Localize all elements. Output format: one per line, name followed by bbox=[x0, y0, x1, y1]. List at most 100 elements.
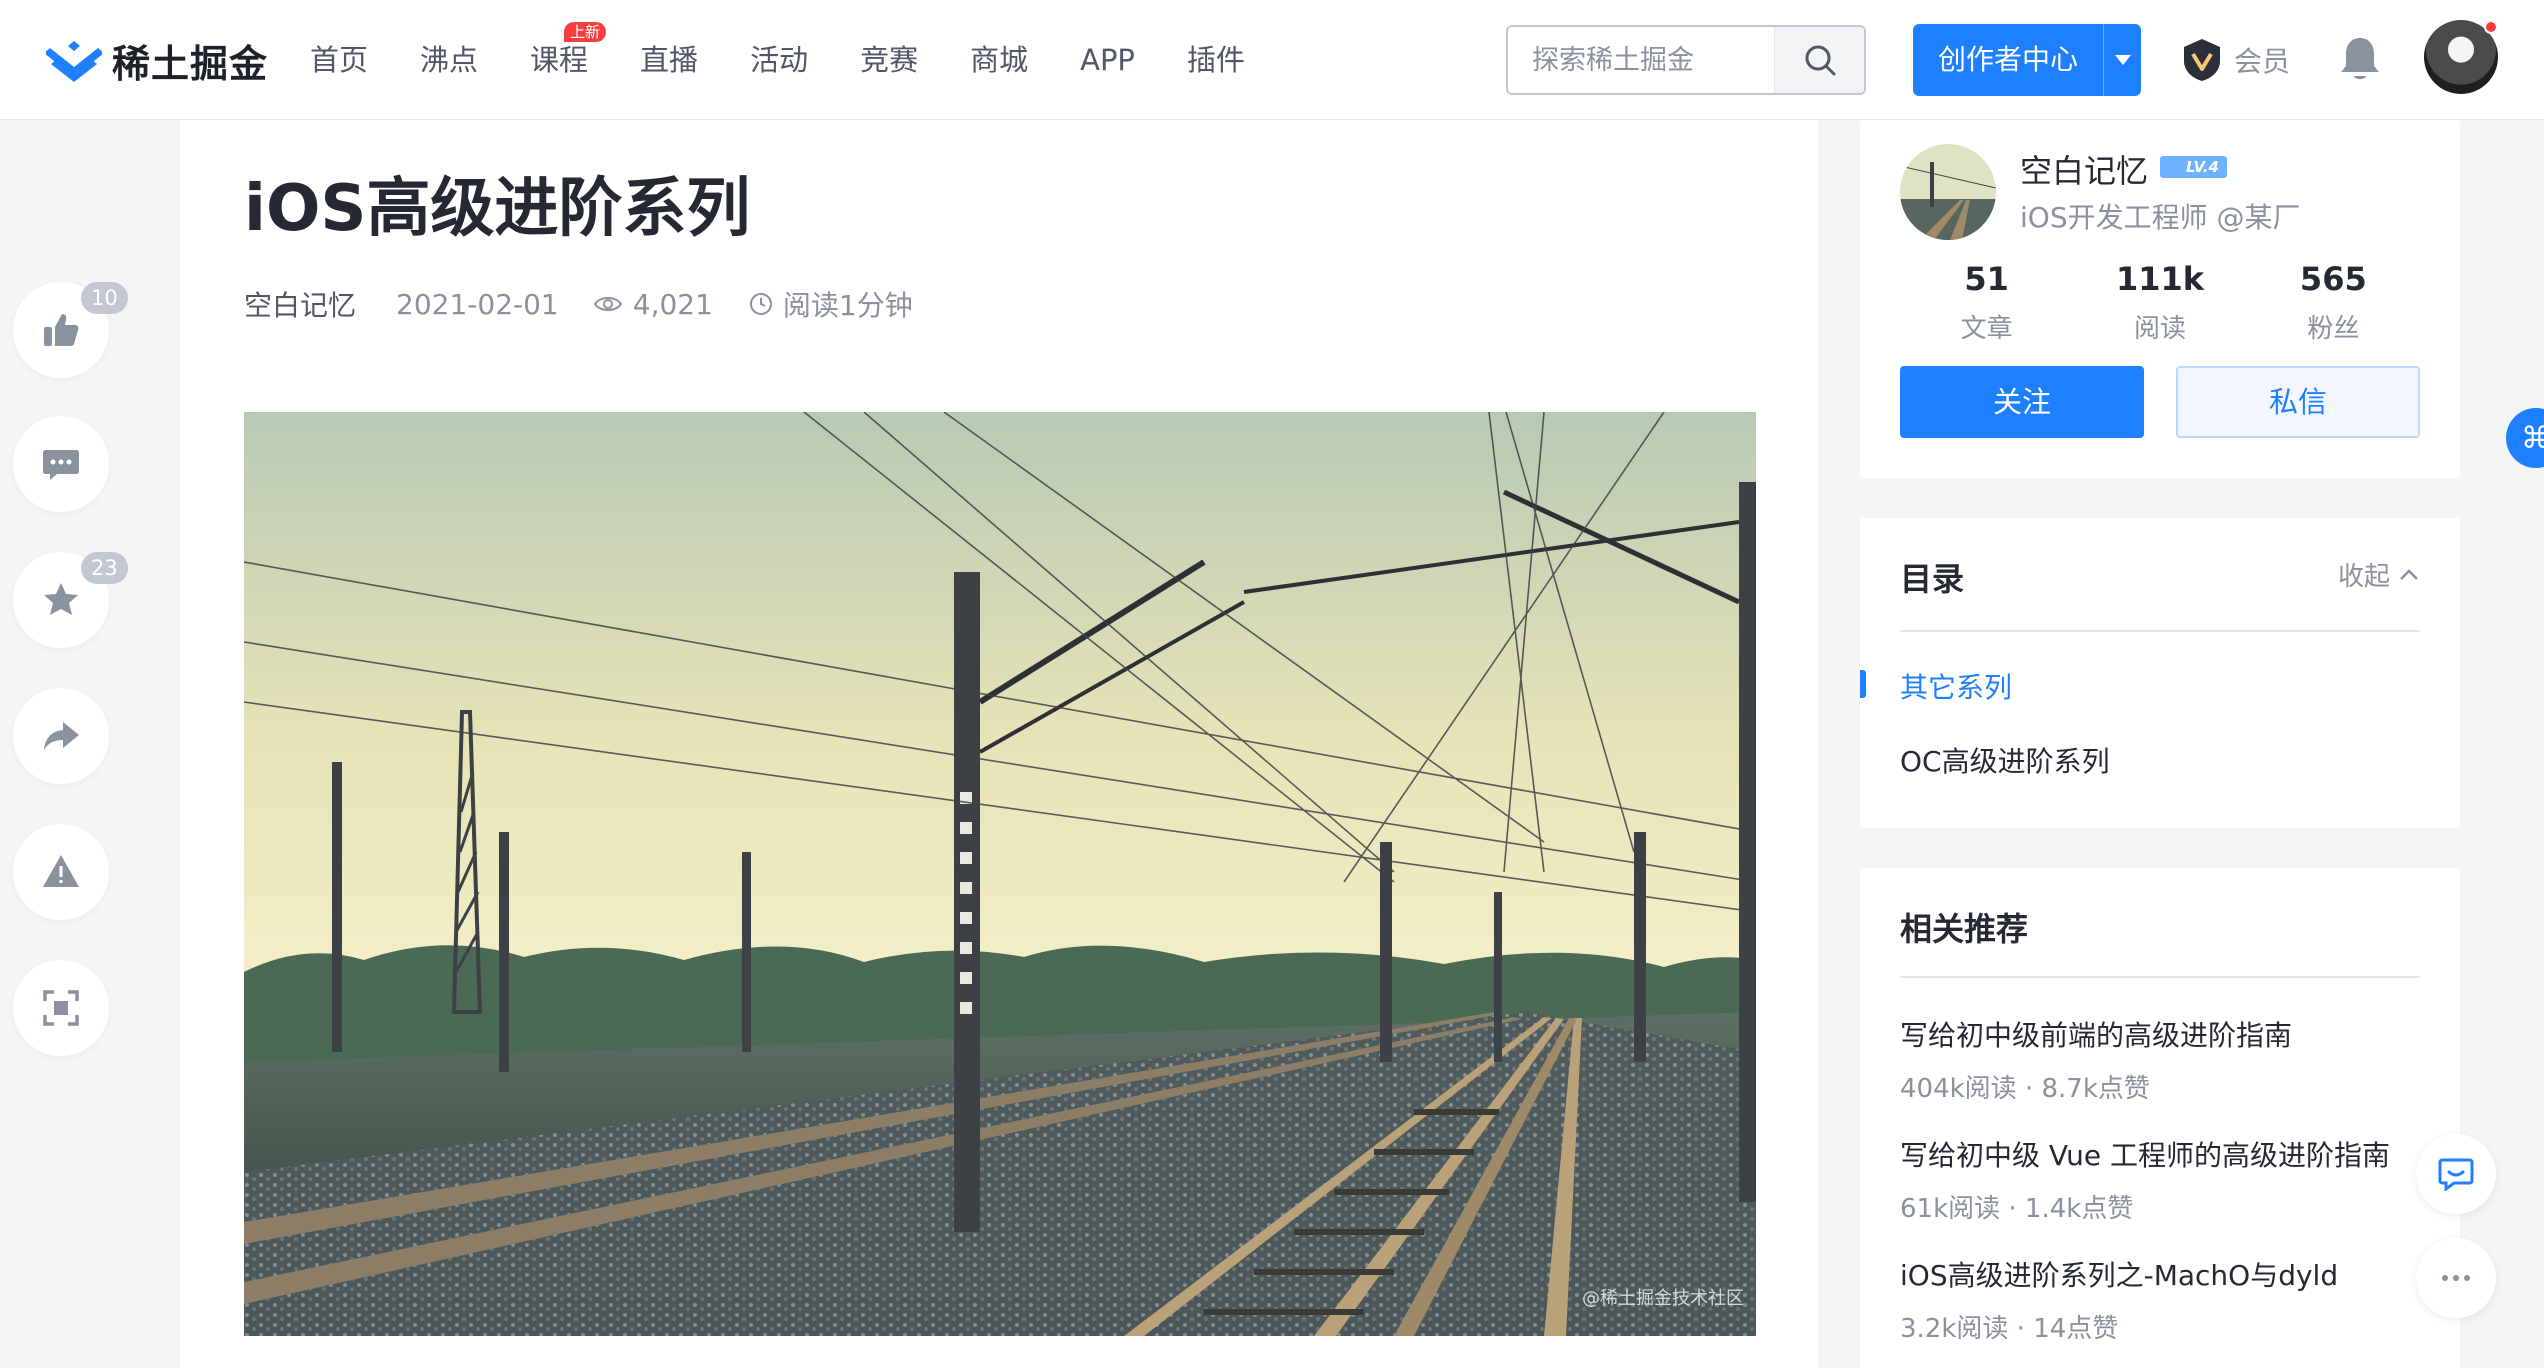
recommend-item-title[interactable]: iOS高级进阶系列之-MachO与dyld bbox=[1900, 1254, 2440, 1294]
nav-item-home[interactable]: 首页 bbox=[310, 0, 368, 120]
nav-item-shop[interactable]: 商城 bbox=[970, 0, 1028, 120]
fullscreen-icon bbox=[43, 990, 79, 1026]
stat-reads: 111k 阅读 bbox=[2073, 260, 2246, 345]
vip-shield-icon bbox=[2184, 39, 2220, 81]
toc-collapse-button[interactable]: 收起 bbox=[2338, 556, 2420, 593]
article-author-link[interactable]: 空白记忆 bbox=[244, 284, 356, 324]
recommend-item-meta: 404k阅读 · 8.7k点赞 bbox=[1900, 1074, 2150, 1104]
comment-button[interactable] bbox=[13, 416, 109, 512]
toc-item-oc-series[interactable]: OC高级进阶系列 bbox=[1900, 740, 2110, 780]
follow-button[interactable]: 关注 bbox=[1900, 366, 2144, 438]
nav-item-contests[interactable]: 竞赛 bbox=[860, 0, 918, 120]
view-count: 4,021 bbox=[593, 288, 713, 321]
stat-number: 565 bbox=[2299, 260, 2367, 298]
comment-icon bbox=[43, 450, 79, 480]
feedback-chat-icon bbox=[2438, 1158, 2474, 1191]
recommend-item[interactable]: 写给初中级前端的高级进阶指南 404k阅读 · 8.7k点赞 bbox=[1900, 1014, 2440, 1105]
new-badge: 上新 bbox=[564, 22, 607, 42]
view-count-value: 4,021 bbox=[632, 287, 713, 321]
eye-icon bbox=[593, 297, 622, 311]
notification-dot bbox=[2484, 20, 2498, 34]
nav-item-pins[interactable]: 沸点 bbox=[420, 0, 478, 120]
author-stats: 51 文章 111k 阅读 565 粉丝 bbox=[1900, 260, 2420, 345]
stat-number: 111k bbox=[2115, 260, 2205, 298]
stat-number: 51 bbox=[1964, 260, 2009, 298]
toc-card: 目录 收起 其它系列 OC高级进阶系列 bbox=[1860, 518, 2460, 828]
search-box bbox=[1506, 25, 1866, 95]
clock-icon bbox=[749, 293, 772, 315]
article-cover-image: @稀土掘金技术社区 bbox=[244, 412, 1756, 1336]
chevron-up-icon bbox=[2400, 568, 2418, 580]
stat-label: 粉丝 bbox=[2307, 314, 2360, 344]
article-title: iOS高级进阶系列 bbox=[244, 172, 751, 246]
search-button[interactable] bbox=[1774, 27, 1864, 93]
toc-title: 目录 bbox=[1900, 560, 1965, 598]
like-count-badge: 10 bbox=[81, 282, 128, 314]
notification-bell-icon[interactable] bbox=[2338, 34, 2382, 84]
nav-label: 课程 bbox=[530, 43, 589, 77]
more-dots-icon bbox=[2442, 1275, 2470, 1281]
fullscreen-button[interactable] bbox=[13, 960, 109, 1056]
recommend-item-title[interactable]: 写给初中级 Vue 工程师的高级进阶指南 bbox=[1900, 1134, 2440, 1174]
search-icon bbox=[1805, 45, 1835, 76]
toc-collapse-label: 收起 bbox=[2337, 562, 2390, 592]
juejin-logo-icon bbox=[46, 41, 102, 82]
member-entry[interactable]: 会员 bbox=[2180, 33, 2290, 87]
railway-photo: @稀土掘金技术社区 bbox=[244, 412, 1756, 1336]
nav-label: 活动 bbox=[750, 43, 809, 77]
logo-text: 稀土掘金 bbox=[112, 41, 269, 86]
level-badge: LV.4 bbox=[2160, 156, 2227, 178]
author-avatar-image bbox=[1900, 144, 1996, 240]
nav-item-courses[interactable]: 课程 上新 bbox=[530, 0, 607, 120]
feedback-button[interactable] bbox=[2416, 1134, 2496, 1214]
nav-label: 插件 bbox=[1186, 43, 1245, 77]
nav-label: 竞赛 bbox=[860, 43, 919, 77]
command-shortcut-icon[interactable]: ⌘ bbox=[2506, 408, 2544, 468]
nav-label: APP bbox=[1080, 43, 1135, 77]
recommend-item[interactable]: iOS高级进阶系列之-MachO与dyld 3.2k阅读 · 14点赞 bbox=[1900, 1254, 2440, 1345]
nav-item-live[interactable]: 直播 bbox=[640, 0, 698, 120]
article-meta: 空白记忆 2021-02-01 4,021 阅读1分钟 bbox=[244, 284, 949, 324]
creator-center-button[interactable]: 创作者中心 bbox=[1913, 24, 2141, 96]
article-container: iOS高级进阶系列 空白记忆 2021-02-01 4,021 阅读1分钟 @稀… bbox=[180, 120, 1818, 1368]
caret-down-icon bbox=[2114, 55, 2131, 65]
recommend-item[interactable]: 写给初中级 Vue 工程师的高级进阶指南 61k阅读 · 1.4k点赞 bbox=[1900, 1134, 2440, 1225]
author-card: 空白记忆 LV.4 iOS开发工程师 @某厂 51 文章 111k 阅读 565… bbox=[1860, 120, 2460, 478]
stat-label: 文章 bbox=[1960, 314, 2013, 344]
stat-followers: 565 粉丝 bbox=[2247, 260, 2420, 345]
main-nav: 首页 沸点 课程 上新 直播 活动 竞赛 商城 APP 插件 bbox=[310, 0, 1297, 120]
creator-dropdown-toggle[interactable] bbox=[2103, 24, 2141, 96]
search-input[interactable] bbox=[1508, 27, 1778, 93]
nav-label: 商城 bbox=[970, 43, 1029, 77]
report-button[interactable] bbox=[13, 824, 109, 920]
stat-label: 阅读 bbox=[2133, 314, 2186, 344]
star-icon bbox=[44, 583, 78, 615]
share-button[interactable] bbox=[13, 688, 109, 784]
stat-articles: 51 文章 bbox=[1900, 260, 2073, 345]
nav-item-events[interactable]: 活动 bbox=[750, 0, 808, 120]
thumbs-up-icon bbox=[44, 314, 79, 346]
recommend-item-meta: 61k阅读 · 1.4k点赞 bbox=[1900, 1194, 2134, 1224]
top-header: 稀土掘金 首页 沸点 课程 上新 直播 活动 竞赛 商城 APP 插件 创作者中… bbox=[0, 0, 2544, 120]
private-message-button[interactable]: 私信 bbox=[2176, 366, 2420, 438]
author-avatar[interactable] bbox=[1900, 144, 1996, 240]
author-job-title: iOS开发工程师 @某厂 bbox=[2020, 201, 2301, 234]
recommend-item-meta: 3.2k阅读 · 14点赞 bbox=[1900, 1314, 2119, 1344]
recommend-divider bbox=[1900, 976, 2420, 978]
juejin-logo[interactable]: 稀土掘金 bbox=[46, 33, 268, 87]
more-options-button[interactable] bbox=[2416, 1238, 2496, 1318]
recommend-title: 相关推荐 bbox=[1900, 910, 2029, 948]
warning-icon bbox=[43, 855, 79, 887]
nav-item-app[interactable]: APP bbox=[1080, 0, 1135, 120]
cover-watermark: @稀土掘金技术社区 bbox=[1582, 1288, 1744, 1309]
author-name[interactable]: 空白记忆 bbox=[2020, 146, 2148, 192]
article-date: 2021-02-01 bbox=[396, 287, 559, 321]
nav-item-plugins[interactable]: 插件 bbox=[1187, 0, 1245, 120]
toc-active-indicator bbox=[1860, 670, 1866, 698]
recommend-item-title[interactable]: 写给初中级前端的高级进阶指南 bbox=[1900, 1014, 2440, 1054]
nav-label: 沸点 bbox=[420, 43, 479, 77]
share-icon bbox=[44, 722, 79, 750]
toc-item-other-series[interactable]: 其它系列 bbox=[1900, 666, 2012, 706]
nav-label: 首页 bbox=[310, 43, 369, 77]
toc-divider bbox=[1900, 630, 2420, 632]
